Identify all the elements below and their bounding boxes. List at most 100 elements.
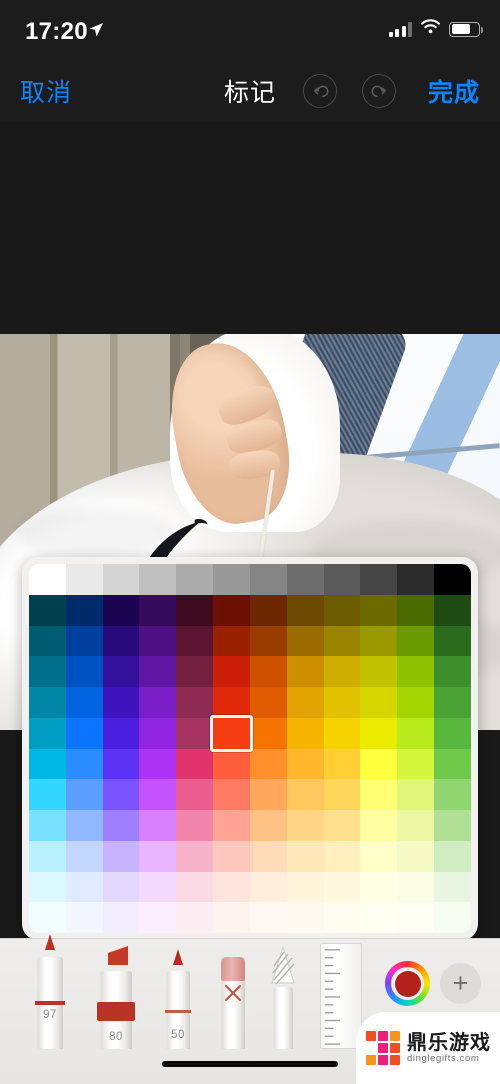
color-swatch[interactable] [434,687,471,718]
color-swatch[interactable] [434,717,471,749]
color-swatch[interactable] [65,625,103,657]
color-swatch[interactable] [249,564,287,595]
color-swatch[interactable] [397,687,435,718]
color-swatch[interactable] [249,625,287,657]
color-swatch[interactable] [102,779,140,810]
color-swatch[interactable] [139,625,177,657]
color-swatch[interactable] [323,779,361,810]
color-swatch[interactable] [397,871,435,903]
color-swatch[interactable] [360,594,398,626]
color-swatch[interactable] [249,871,287,903]
color-swatch[interactable] [323,594,361,626]
color-swatch[interactable] [210,714,253,752]
color-swatch[interactable] [65,810,103,841]
color-swatch[interactable] [360,779,398,810]
color-swatch[interactable] [360,748,398,780]
color-swatch[interactable] [249,779,287,810]
color-swatch[interactable] [286,564,324,595]
color-swatch[interactable] [360,717,398,749]
color-swatch[interactable] [29,717,66,749]
color-swatch[interactable] [286,748,324,780]
color-swatch[interactable] [434,656,471,687]
color-swatch[interactable] [29,779,66,810]
color-swatch[interactable] [213,871,250,903]
color-swatch[interactable] [65,594,103,626]
color-swatch[interactable] [397,748,435,780]
color-swatch[interactable] [434,840,471,872]
color-swatch[interactable] [139,779,177,810]
color-swatch[interactable] [397,902,435,933]
color-swatch[interactable] [176,625,214,657]
color-swatch[interactable] [286,594,324,626]
color-swatch[interactable] [323,687,361,718]
color-swatch[interactable] [434,748,471,780]
color-swatch[interactable] [102,625,140,657]
highlighter-tool[interactable]: 80 [85,946,147,1049]
color-swatch[interactable] [249,687,287,718]
add-color-button[interactable]: + [440,963,481,1004]
color-swatch[interactable] [176,779,214,810]
markup-tool-tray[interactable]: 97 80 50 + 鼎乐游戏 dinglegifts.com [0,934,500,1084]
color-swatch[interactable] [397,625,435,657]
color-swatch[interactable] [139,871,177,903]
color-swatch[interactable] [213,840,250,872]
color-swatch[interactable] [102,594,140,626]
color-swatch[interactable] [360,840,398,872]
pencil-tool[interactable]: 50 [150,949,206,1049]
color-swatch[interactable] [139,902,177,933]
color-swatch[interactable] [323,840,361,872]
color-swatch[interactable] [176,594,214,626]
color-swatch[interactable] [29,840,66,872]
color-swatch[interactable] [65,717,103,749]
color-swatch[interactable] [397,779,435,810]
color-swatch[interactable] [434,810,471,841]
color-swatch[interactable] [176,564,214,595]
color-swatch[interactable] [29,810,66,841]
markup-canvas[interactable] [0,122,500,938]
lasso-tool[interactable] [258,945,308,1049]
color-swatch[interactable] [249,902,287,933]
color-swatch[interactable] [360,625,398,657]
color-swatch[interactable] [249,748,287,780]
color-swatch[interactable] [65,656,103,687]
color-swatch[interactable] [434,871,471,903]
color-swatch[interactable] [286,625,324,657]
color-swatch[interactable] [65,902,103,933]
color-swatch[interactable] [249,594,287,626]
color-swatch[interactable] [139,594,177,626]
color-swatch[interactable] [139,748,177,780]
color-swatch[interactable] [434,902,471,933]
color-swatch[interactable] [139,564,177,595]
color-swatch[interactable] [323,902,361,933]
color-swatch[interactable] [213,656,250,687]
done-button[interactable]: 完成 [428,73,480,109]
color-swatch[interactable] [176,717,214,749]
color-swatch[interactable] [249,840,287,872]
color-swatch[interactable] [176,810,214,841]
color-swatch[interactable] [65,779,103,810]
color-swatch[interactable] [139,810,177,841]
color-swatch[interactable] [434,625,471,657]
color-swatch[interactable] [65,687,103,718]
color-swatch[interactable] [102,810,140,841]
color-swatch[interactable] [213,687,250,718]
color-swatch[interactable] [102,902,140,933]
color-swatch[interactable] [213,594,250,626]
color-swatch[interactable] [102,748,140,780]
color-swatch[interactable] [65,840,103,872]
color-swatch[interactable] [323,564,361,595]
color-swatch[interactable] [102,687,140,718]
color-swatch[interactable] [286,871,324,903]
color-swatch[interactable] [434,779,471,810]
color-swatch[interactable] [29,687,66,718]
color-swatch[interactable] [139,840,177,872]
tool-list[interactable]: 97 80 50 [0,934,380,1049]
color-picker-button[interactable] [385,961,430,1006]
color-swatch[interactable] [323,871,361,903]
color-swatch[interactable] [176,748,214,780]
color-swatch[interactable] [434,564,471,595]
color-swatch[interactable] [139,687,177,718]
color-swatch[interactable] [249,656,287,687]
pen-tool[interactable]: 97 [22,934,78,1049]
color-swatch[interactable] [397,564,435,595]
